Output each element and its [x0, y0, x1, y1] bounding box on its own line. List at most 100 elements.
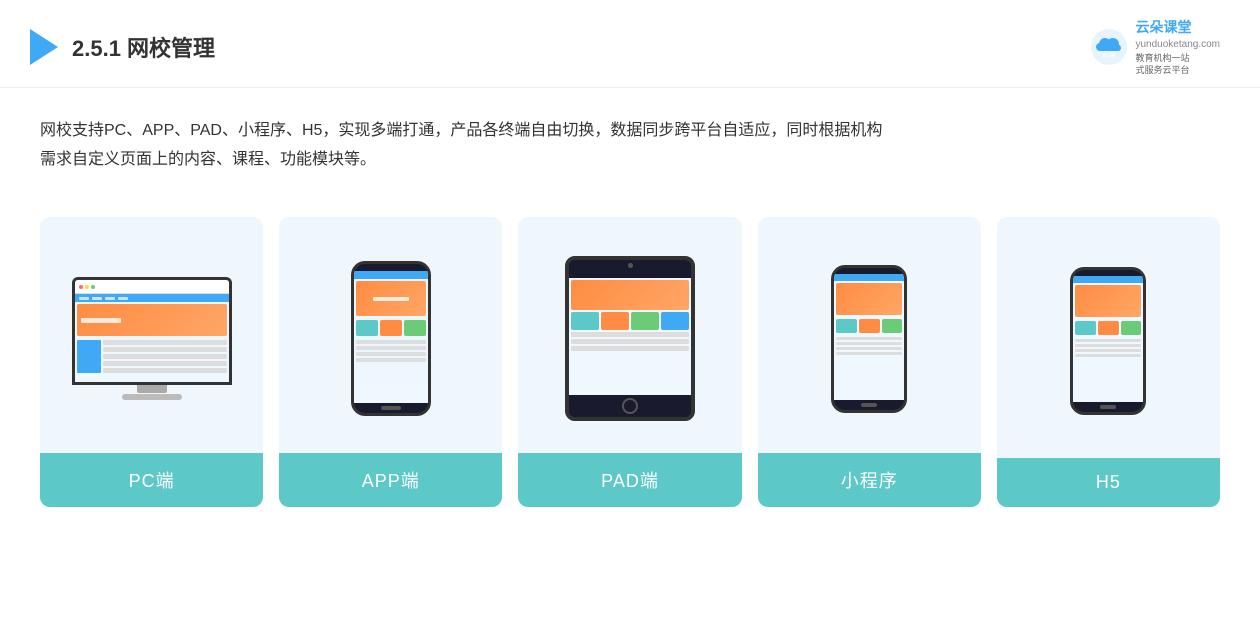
sp-grid-3 [882, 319, 903, 333]
screen-header-bar [75, 280, 229, 294]
dot-yellow [85, 285, 89, 289]
h5-image-area [997, 217, 1220, 458]
app-phone-illustration [351, 261, 431, 416]
phone-grid [354, 318, 428, 338]
phone-content-row [356, 340, 426, 344]
tablet-grid-3 [631, 312, 659, 330]
logo-triangle-icon [30, 29, 58, 65]
sp-row-h5 [1075, 344, 1141, 347]
card-miniapp-label: 小程序 [758, 453, 981, 507]
phone-content-row [356, 358, 426, 362]
tablet-camera [628, 263, 633, 268]
card-miniapp: 小程序 [758, 217, 981, 507]
tablet-rows [571, 332, 689, 351]
tablet-illustration [565, 256, 695, 421]
screen-nav [75, 294, 229, 302]
sp-row [836, 337, 902, 340]
sp-status-h5 [1073, 276, 1143, 283]
sp-rows [834, 335, 904, 357]
tablet-grid-4 [661, 312, 689, 330]
phone-screen [354, 271, 428, 403]
pc-image-area [40, 217, 263, 453]
card-h5: H5 [997, 217, 1220, 507]
sp-status-bar [834, 274, 904, 281]
nav-item [105, 297, 115, 300]
sp-grid-1 [836, 319, 857, 333]
phone-notch [377, 264, 405, 271]
tablet-home-button [622, 398, 638, 414]
sp-hero-h5 [1075, 285, 1141, 317]
header-right: 云朵 云朵课堂 yunduoketang.com 教育机构一站 式服务云平台 [1091, 18, 1220, 77]
sp-notch [857, 268, 881, 274]
sp-screen [834, 274, 904, 400]
content-row [103, 361, 227, 366]
sp-home-h5 [1100, 405, 1116, 409]
brand-logo: 云朵 云朵课堂 yunduoketang.com 教育机构一站 式服务云平台 [1091, 18, 1220, 77]
page-container: 2.5.1 网校管理 云朵 云朵课堂 yunduoketang.com 教育机构… [0, 0, 1260, 630]
screen-content [75, 338, 229, 375]
phone-home-button [381, 406, 401, 410]
page-title: 2.5.1 网校管理 [72, 31, 215, 63]
hero-text [81, 318, 121, 323]
dot-red [79, 285, 83, 289]
tablet-grid-2 [601, 312, 629, 330]
content-row [103, 340, 227, 345]
tablet-row [571, 332, 689, 337]
phone-hero [356, 281, 426, 316]
miniapp-phone-illustration [831, 265, 907, 413]
content-row [103, 354, 227, 359]
content-row [103, 368, 227, 373]
sp-grid-h5 [1073, 319, 1143, 337]
tablet-grid [571, 312, 689, 330]
phone-content-row [356, 352, 426, 356]
pad-image-area [518, 217, 741, 453]
screen-main [103, 340, 227, 373]
sp-row-h5 [1075, 349, 1141, 352]
phone-status-bar [354, 271, 428, 279]
content-row [103, 347, 227, 352]
nav-item [92, 297, 102, 300]
sp-rows-h5 [1073, 337, 1143, 359]
card-pad: PAD端 [518, 217, 741, 507]
sp-grid [834, 317, 904, 335]
screen-hero [77, 304, 227, 336]
card-pc-label: PC端 [40, 453, 263, 507]
monitor-frame [72, 277, 232, 385]
sp-notch-h5 [1096, 270, 1120, 276]
header-left: 2.5.1 网校管理 [30, 29, 215, 65]
sp-row-h5 [1075, 354, 1141, 357]
grid-item-3 [404, 320, 426, 336]
phone-content-row [356, 346, 426, 350]
sp-row-h5 [1075, 339, 1141, 342]
description-section: 网校支持PC、APP、PAD、小程序、H5，实现多端打通，产品各终端自由切换，数… [0, 88, 1260, 185]
grid-item-1 [356, 320, 378, 336]
app-image-area [279, 217, 502, 453]
cards-section: PC端 [0, 193, 1260, 527]
card-h5-label: H5 [997, 458, 1220, 507]
card-pad-label: PAD端 [518, 453, 741, 507]
card-app-label: APP端 [279, 453, 502, 507]
tablet-grid-1 [571, 312, 599, 330]
grid-item-2 [380, 320, 402, 336]
monitor-base [122, 394, 182, 400]
sp-screen-h5 [1073, 276, 1143, 402]
svg-text:云朵: 云朵 [1102, 51, 1116, 59]
sp-home-button [861, 403, 877, 407]
monitor-stand [137, 385, 167, 393]
card-app: APP端 [279, 217, 502, 507]
description-text: 网校支持PC、APP、PAD、小程序、H5，实现多端打通，产品各终端自由切换，数… [40, 116, 1220, 175]
tablet-row [571, 339, 689, 344]
screen-sidebar [77, 340, 101, 373]
tablet-row [571, 346, 689, 351]
sp-row [836, 342, 902, 345]
nav-item [118, 297, 128, 300]
phone-content-rows [354, 338, 428, 364]
nav-item [79, 297, 89, 300]
phone-hero-text [373, 297, 409, 301]
sp-grid-2 [859, 319, 880, 333]
dot-green [91, 285, 95, 289]
h5-phone-illustration [1070, 267, 1146, 415]
sp-row [836, 352, 902, 355]
pc-monitor-illustration [72, 277, 232, 400]
card-pc: PC端 [40, 217, 263, 507]
